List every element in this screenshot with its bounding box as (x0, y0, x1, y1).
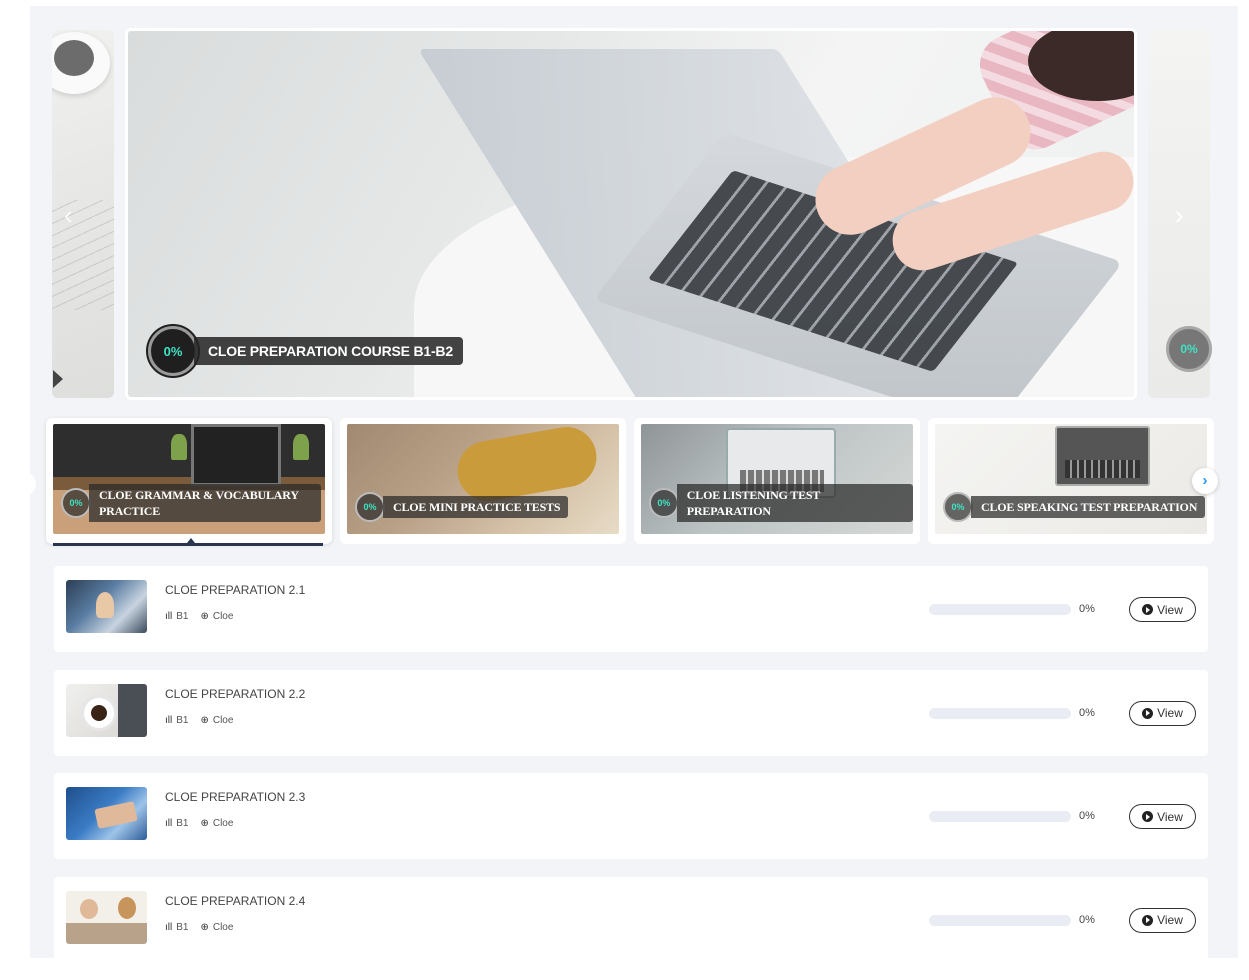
play-circle-icon (1142, 811, 1154, 822)
lesson-level: B1 (176, 818, 189, 829)
progress-ring: 0% (355, 492, 385, 522)
progress-percent: 0% (1079, 603, 1095, 615)
course-page: ‹ 0% CLOE PREPARATION COURSE B1-B2 › 0% … (24, 6, 1238, 963)
crosshair-icon: ⊕ (200, 611, 209, 622)
lesson-meta: ıll B1 ⊕ Cloe (165, 715, 233, 726)
signal-bars-icon: ıll (165, 818, 173, 829)
play-triangle-icon[interactable] (53, 370, 63, 388)
hero-course-title: CLOE PREPARATION COURSE B1-B2 (194, 337, 463, 365)
lesson-level: B1 (176, 714, 189, 726)
progress-percent: 0% (1079, 810, 1095, 822)
tab-image: 0% CLOE MINI PRACTICE TESTS (347, 424, 619, 534)
play-circle-icon (1142, 707, 1154, 719)
tab-title: CLOE GRAMMAR & VOCABULARY PRACTICE (89, 484, 321, 522)
lesson-tag: Cloe (212, 714, 234, 726)
tab-grammar-vocabulary[interactable]: 0% CLOE GRAMMAR & VOCABULARY PRACTICE (46, 418, 332, 546)
tab-title: CLOE LISTENING TEST PREPARATION (676, 484, 913, 522)
lesson-tag: Cloe (212, 611, 234, 622)
crosshair-icon: ⊕ (200, 714, 209, 726)
tab-title: CLOE MINI PRACTICE TESTS (383, 496, 569, 518)
tab-label: 0% CLOE MINI PRACTICE TESTS (355, 492, 569, 522)
lesson-meta: ıll B1 ⊕ Cloe (165, 818, 233, 829)
tab-mini-practice-tests[interactable]: 0% CLOE MINI PRACTICE TESTS (340, 418, 626, 544)
progress-percent: 0% (1079, 706, 1095, 719)
tab-listening-test-preparation[interactable]: 0% CLOE LISTENING TEST PREPARATION (634, 418, 920, 544)
chevron-left-icon[interactable]: ‹ (64, 200, 73, 231)
progress-percent: 0% (1079, 913, 1095, 926)
chevron-right-icon[interactable]: › (1175, 200, 1184, 231)
active-tab-indicator (53, 538, 323, 546)
tab-image: 0% CLOE GRAMMAR & VOCABULARY PRACTICE (53, 424, 325, 534)
progress-bar (929, 914, 1071, 926)
hero-slide[interactable]: 0% CLOE PREPARATION COURSE B1-B2 (125, 28, 1137, 400)
play-circle-icon (1142, 914, 1154, 926)
plant-image (171, 434, 187, 460)
sketch-image (52, 200, 114, 310)
tab-image: 0% CLOE LISTENING TEST PREPARATION (641, 424, 913, 534)
progress-ring: 0% (61, 488, 91, 518)
next-slide-progress-ring: 0% (1166, 326, 1212, 372)
monitor-image (191, 424, 281, 486)
list-item[interactable]: CLOE PREPARATION 2.4 ıll B1 ⊕ Cloe 0% Vi… (54, 876, 1208, 963)
carousel-prev-slide[interactable] (52, 30, 114, 398)
tab-label: 0% CLOE LISTENING TEST PREPARATION (649, 484, 913, 522)
lesson-level: B1 (176, 611, 189, 622)
view-button[interactable]: View (1129, 700, 1196, 726)
lesson-tag: Cloe (212, 818, 234, 829)
chevron-right-icon[interactable]: › (1192, 468, 1218, 494)
view-label: View (1157, 706, 1183, 720)
coffee-cup-image (52, 32, 110, 94)
lesson-title[interactable]: CLOE PREPARATION 2.2 (165, 687, 305, 701)
lesson-list: CLOE PREPARATION 2.1 ıll B1 ⊕ Cloe 0% Vi… (54, 566, 1208, 980)
plant-image (293, 434, 309, 460)
progress-bar (929, 811, 1071, 822)
view-label: View (1157, 602, 1183, 617)
lesson-level: B1 (176, 921, 189, 933)
progress-ring: 0% (649, 488, 679, 518)
lesson-meta: ıll B1 ⊕ Cloe (165, 611, 233, 622)
laptop-image (1055, 426, 1150, 486)
tab-label: 0% CLOE GRAMMAR & VOCABULARY PRACTICE (61, 484, 321, 522)
view-label: View (1157, 913, 1183, 927)
view-label: View (1157, 809, 1183, 824)
lesson-thumbnail[interactable] (66, 580, 147, 633)
lesson-title[interactable]: CLOE PREPARATION 2.4 (165, 894, 305, 908)
lesson-thumbnail[interactable] (66, 890, 147, 944)
tab-speaking-test-preparation[interactable]: 0% CLOE SPEAKING TEST PREPARATION (928, 418, 1214, 544)
hero-course-badge[interactable]: 0% CLOE PREPARATION COURSE B1-B2 (148, 326, 463, 376)
crosshair-icon: ⊕ (200, 921, 209, 933)
progress-bar (929, 604, 1071, 615)
lesson-title[interactable]: CLOE PREPARATION 2.1 (165, 583, 305, 597)
progress-ring: 0% (148, 326, 198, 376)
crosshair-icon: ⊕ (200, 818, 209, 829)
progress-bar (929, 707, 1071, 719)
progress-ring: 0% (943, 492, 973, 522)
lesson-thumbnail[interactable] (66, 683, 147, 737)
view-button[interactable]: View (1129, 804, 1196, 829)
list-item[interactable]: CLOE PREPARATION 2.1 ıll B1 ⊕ Cloe 0% Vi… (54, 566, 1208, 652)
play-circle-icon (1142, 604, 1154, 615)
list-item[interactable]: CLOE PREPARATION 2.3 ıll B1 ⊕ Cloe 0% Vi… (54, 773, 1208, 859)
signal-bars-icon: ıll (165, 921, 173, 933)
lesson-tag: Cloe (212, 921, 234, 933)
tabs-prev-handle[interactable] (24, 472, 36, 496)
view-button[interactable]: View (1129, 597, 1196, 622)
tab-label: 0% CLOE SPEAKING TEST PREPARATION (943, 492, 1206, 522)
signal-bars-icon: ıll (165, 611, 173, 622)
view-button[interactable]: View (1129, 907, 1196, 933)
lesson-title[interactable]: CLOE PREPARATION 2.3 (165, 790, 305, 804)
signal-bars-icon: ıll (165, 714, 173, 726)
lesson-thumbnail[interactable] (66, 787, 147, 840)
tab-image: 0% CLOE SPEAKING TEST PREPARATION (935, 424, 1207, 534)
tab-title: CLOE SPEAKING TEST PREPARATION (971, 496, 1206, 518)
category-tabs: 0% CLOE GRAMMAR & VOCABULARY PRACTICE 0%… (46, 416, 1216, 548)
lesson-meta: ıll B1 ⊕ Cloe (165, 922, 233, 933)
list-item[interactable]: CLOE PREPARATION 2.2 ıll B1 ⊕ Cloe 0% Vi… (54, 669, 1208, 756)
